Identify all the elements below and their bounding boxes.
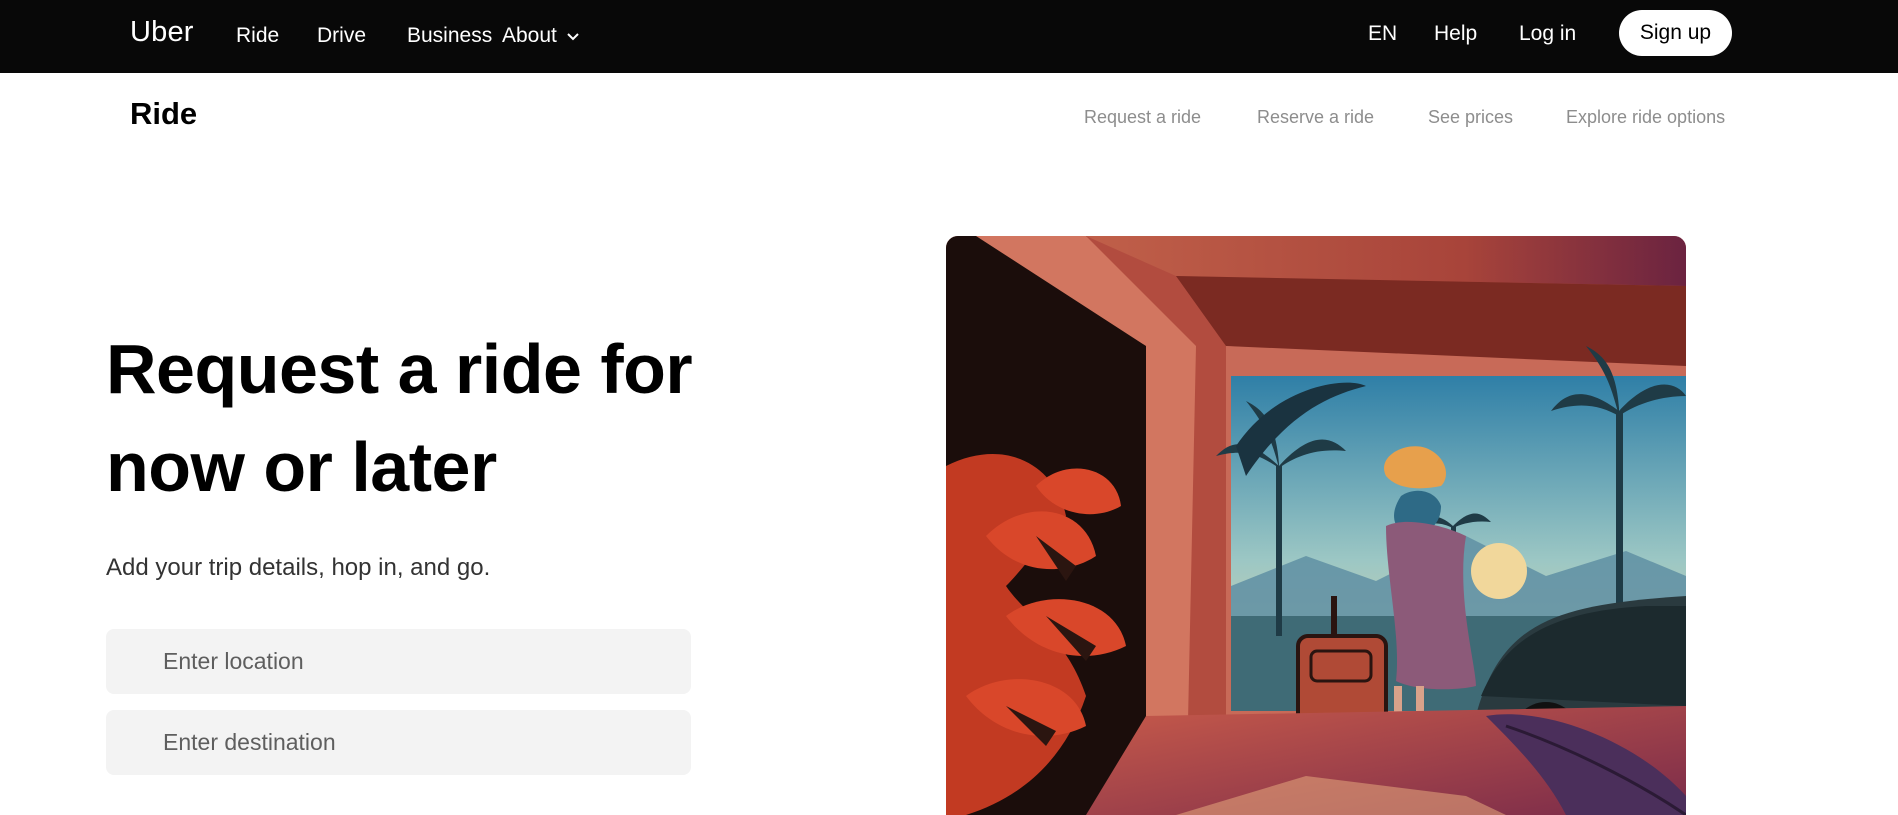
hero-title: Request a ride for now or later [106, 320, 806, 516]
help-link[interactable]: Help [1434, 22, 1477, 46]
signup-button[interactable]: Sign up [1619, 10, 1732, 56]
nav-drive[interactable]: Drive [317, 24, 366, 48]
subnav-explore-ride-options[interactable]: Explore ride options [1566, 107, 1725, 128]
nav-about[interactable]: About [502, 24, 581, 48]
page-title: Ride [130, 96, 198, 131]
uber-logo[interactable]: Uber [130, 16, 194, 49]
destination-input[interactable]: Enter destination [106, 710, 691, 775]
subnav-reserve-a-ride[interactable]: Reserve a ride [1257, 107, 1374, 128]
hero-subtitle: Add your trip details, hop in, and go. [106, 554, 491, 581]
nav-ride[interactable]: Ride [236, 24, 279, 48]
hero-title-line2: now or later [106, 428, 497, 506]
nav-about-label: About [502, 24, 557, 47]
subnav-request-a-ride[interactable]: Request a ride [1084, 107, 1201, 128]
chevron-down-icon [567, 33, 579, 41]
traveler-at-car-illustration [946, 236, 1686, 815]
top-navigation-bar: Uber Ride Drive Business About EN Help L… [0, 0, 1898, 73]
language-selector[interactable]: EN [1368, 22, 1397, 46]
subnav-see-prices[interactable]: See prices [1428, 107, 1513, 128]
nav-business[interactable]: Business [407, 24, 492, 48]
location-input[interactable]: Enter location [106, 629, 691, 694]
login-link[interactable]: Log in [1519, 22, 1576, 46]
hero-illustration [946, 236, 1686, 815]
hero-title-line1: Request a ride for [106, 330, 693, 408]
